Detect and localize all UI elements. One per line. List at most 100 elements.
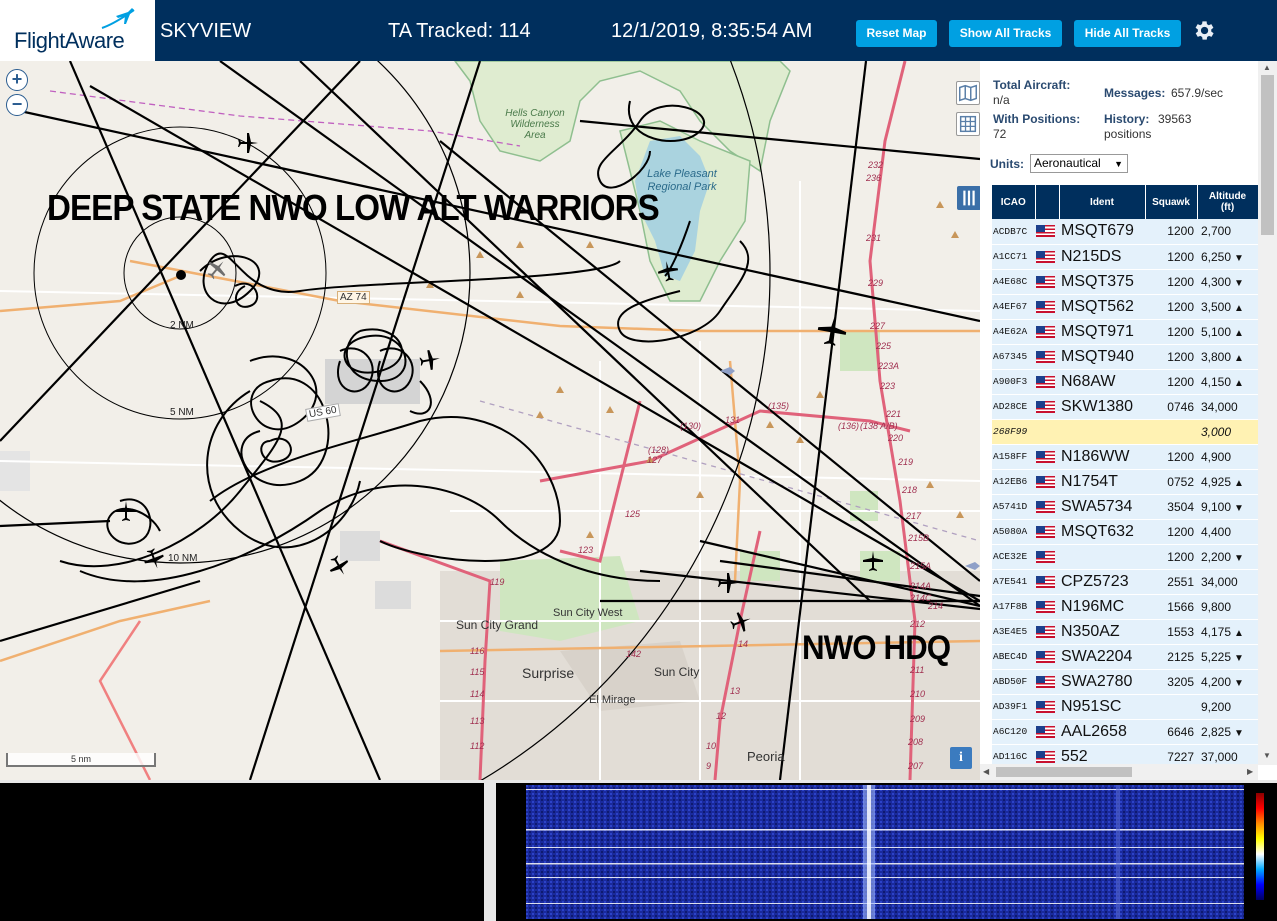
us-flag-icon xyxy=(1036,500,1055,513)
messages-value: 657.9/sec xyxy=(1171,86,1224,100)
logo-text: FlightAware xyxy=(14,28,125,53)
aircraft-icon[interactable] xyxy=(815,314,849,348)
icao-cell: A3E4E5 xyxy=(992,619,1035,645)
ident-cell: AAL2658 xyxy=(1059,719,1145,745)
table-row[interactable]: ACDB7C MSQT679 1200 2,700 xyxy=(992,219,1258,245)
flag-cell xyxy=(1035,219,1059,245)
column-header-squawk[interactable]: Squawk xyxy=(1145,185,1198,219)
route-label: 221 xyxy=(886,409,902,419)
table-row[interactable]: AD28CE SKW1380 0746 34,000 xyxy=(992,394,1258,420)
zoom-in-button[interactable]: + xyxy=(6,69,28,91)
altitude-value: 9,800 xyxy=(1201,599,1232,614)
flag-cell xyxy=(1035,594,1059,620)
altitude-value: 2,200 xyxy=(1201,549,1232,564)
horizontal-scrollbar[interactable]: ◀ ▶ xyxy=(980,764,1258,780)
vertical-scrollbar[interactable]: ▲ ▼ xyxy=(1258,61,1277,765)
scrollbar-thumb[interactable] xyxy=(1261,75,1274,235)
route-label: 236 xyxy=(866,173,882,183)
us-flag-icon xyxy=(1036,450,1055,463)
route-label: 223 xyxy=(880,381,896,391)
aircraft-icon[interactable] xyxy=(327,554,351,578)
ident-cell: SKW1380 xyxy=(1059,394,1145,420)
table-row[interactable]: A67345 MSQT940 1200 3,800 ▲ xyxy=(992,344,1258,370)
table-row[interactable]: A6C120 AAL2658 6646 2,825 ▼ xyxy=(992,719,1258,745)
zoom-out-button[interactable]: − xyxy=(6,94,28,116)
units-select[interactable]: Aeronautical xyxy=(1030,154,1128,173)
place-label: Sun City xyxy=(654,665,700,679)
column-toggle-button[interactable] xyxy=(957,186,980,210)
altitude-value: 34,000 xyxy=(1201,399,1238,414)
reset-map-button[interactable]: Reset Map xyxy=(856,20,937,47)
table-row[interactable]: ABEC4D SWA2204 2125 5,225 ▼ xyxy=(992,644,1258,670)
gear-icon[interactable] xyxy=(1191,18,1216,43)
icao-cell: A158FF xyxy=(992,444,1035,470)
icao-cell: A4E68C xyxy=(992,269,1035,295)
table-row[interactable]: A7E541 CPZ5723 2551 34,000 xyxy=(992,569,1258,595)
table-row[interactable]: 268F99 3,000 xyxy=(992,419,1258,445)
altitude-trend-icon: ▼ xyxy=(1234,677,1244,689)
scroll-right-icon[interactable]: ▶ xyxy=(1247,767,1253,776)
table-row[interactable]: A4E68C MSQT375 1200 4,300 ▼ xyxy=(992,269,1258,295)
altitude-value: 34,000 xyxy=(1201,574,1238,589)
route-label: 114 xyxy=(470,689,485,699)
aircraft-icon[interactable] xyxy=(236,131,260,155)
table-row[interactable]: ABD50F SWA2780 3205 4,200 ▼ xyxy=(992,669,1258,695)
aircraft-icon[interactable] xyxy=(205,257,229,281)
table-row[interactable]: A5741D SWA5734 3504 9,100 ▼ xyxy=(992,494,1258,520)
altitude-trend-icon: ▲ xyxy=(1234,302,1244,314)
squawk-cell: 1200 xyxy=(1145,294,1197,320)
column-header-icao[interactable]: ICAO xyxy=(992,185,1036,219)
table-row[interactable]: A12EB6 N1754T 0752 4,925 ▲ xyxy=(992,469,1258,495)
scroll-down-icon[interactable]: ▼ xyxy=(1263,751,1271,760)
map-layers-button[interactable] xyxy=(956,81,980,105)
table-row[interactable]: ACE32E 1200 2,200 ▼ xyxy=(992,544,1258,570)
us-flag-icon xyxy=(1036,625,1055,638)
show-all-tracks-button[interactable]: Show All Tracks xyxy=(949,20,1062,47)
table-row[interactable]: A1CC71 N215DS 1200 6,250 ▼ xyxy=(992,244,1258,270)
icao-cell: A17F8B xyxy=(992,594,1035,620)
altitude-value: 4,150 xyxy=(1201,374,1232,389)
altitude-cell: 2,825 ▼ xyxy=(1197,719,1258,745)
range-ring-label: 2 NM xyxy=(170,320,194,331)
column-header-ident[interactable]: Ident xyxy=(1059,185,1146,219)
grid-toggle-button[interactable] xyxy=(956,112,980,136)
scroll-left-icon[interactable]: ◀ xyxy=(983,767,989,776)
scale-bar: 5 nm xyxy=(6,753,156,767)
table-row[interactable]: A4EF67 MSQT562 1200 3,500 ▲ xyxy=(992,294,1258,320)
table-row[interactable]: AD39F1 N951SC 9,200 xyxy=(992,694,1258,720)
altitude-cell: 2,700 xyxy=(1197,219,1258,245)
table-row[interactable]: A4E62A MSQT971 1200 5,100 ▲ xyxy=(992,319,1258,345)
column-header-flag[interactable] xyxy=(1035,185,1060,219)
aircraft-icon[interactable] xyxy=(418,348,442,372)
ident-cell: N350AZ xyxy=(1059,619,1145,645)
total-aircraft-label: Total Aircraft: xyxy=(993,78,1071,92)
aircraft-icon[interactable] xyxy=(716,571,740,595)
ident-cell xyxy=(1059,419,1145,445)
table-row[interactable]: A158FF N186WW 1200 4,900 xyxy=(992,444,1258,470)
aircraft-icon[interactable] xyxy=(656,259,680,283)
aircraft-icon[interactable] xyxy=(114,499,138,523)
info-button[interactable]: i xyxy=(950,747,972,769)
icao-cell: A7E541 xyxy=(992,569,1035,595)
column-header-altitude[interactable]: Altitude (ft) xyxy=(1197,185,1259,219)
scrollbar-thumb[interactable] xyxy=(996,767,1132,777)
aircraft-icon[interactable] xyxy=(861,549,885,573)
us-flag-icon xyxy=(1036,525,1055,538)
icao-cell: A12EB6 xyxy=(992,469,1035,495)
table-row[interactable]: A5080A MSQT632 1200 4,400 xyxy=(992,519,1258,545)
us-flag-icon xyxy=(1036,675,1055,688)
hide-all-tracks-button[interactable]: Hide All Tracks xyxy=(1074,20,1181,47)
squawk-cell: 2125 xyxy=(1145,644,1197,670)
aircraft-icon[interactable] xyxy=(729,610,753,634)
scroll-up-icon[interactable]: ▲ xyxy=(1263,63,1271,72)
aircraft-icon[interactable] xyxy=(142,547,166,571)
flightaware-logo[interactable]: FlightAware xyxy=(0,0,155,61)
table-row[interactable]: A3E4E5 N350AZ 1553 4,175 ▲ xyxy=(992,619,1258,645)
route-label: 217 xyxy=(906,511,922,521)
map-view[interactable]: 2 NM 5 NM 10 NM Hells Canyon Wilderness … xyxy=(0,61,980,780)
icao-cell: 268F99 xyxy=(992,419,1035,445)
bottom-panel xyxy=(0,780,1277,921)
table-row[interactable]: A900F3 N68AW 1200 4,150 ▲ xyxy=(992,369,1258,395)
table-row[interactable]: A17F8B N196MC 1566 9,800 xyxy=(992,594,1258,620)
us-flag-icon xyxy=(1036,725,1055,738)
